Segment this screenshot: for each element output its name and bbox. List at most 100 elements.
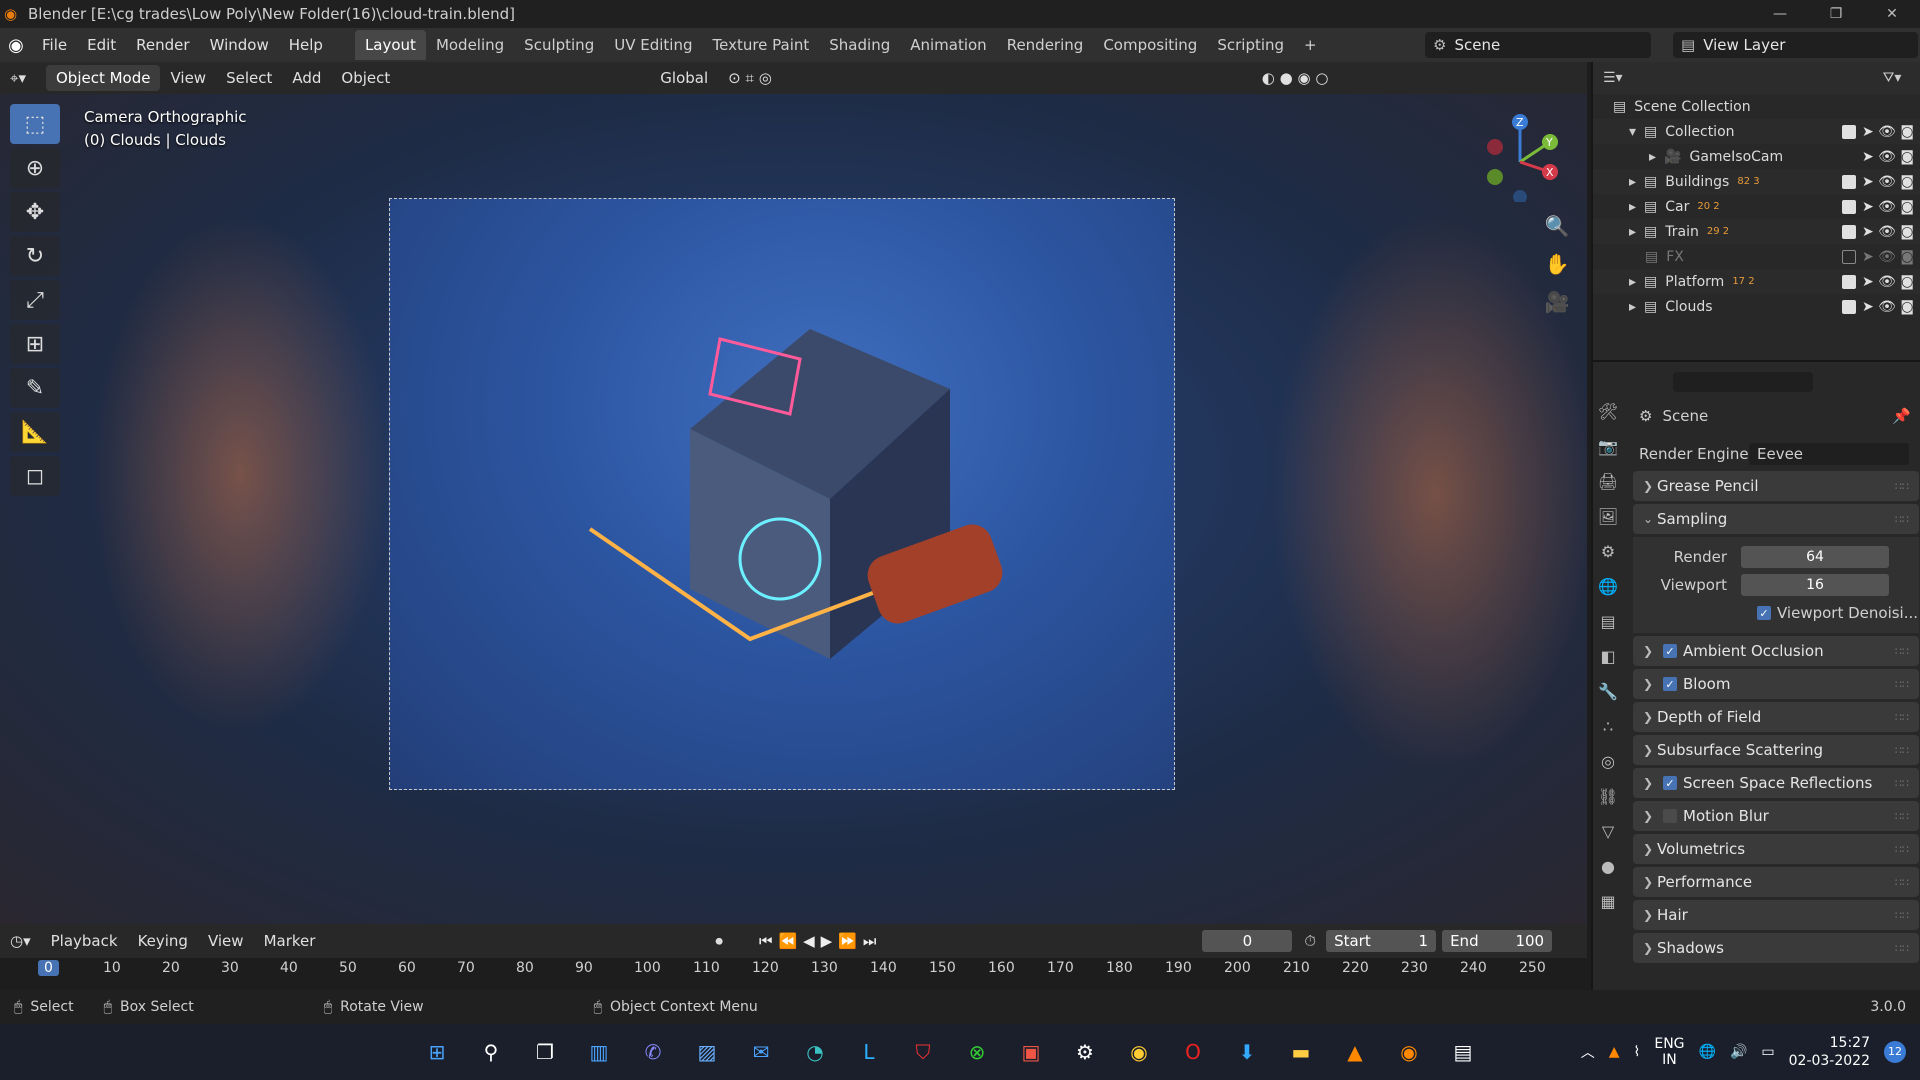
playback-menu[interactable]: Playback [41,932,128,950]
modifier-tab-icon[interactable]: 🔧 [1593,682,1623,717]
tool-tab-icon[interactable]: 🛠 [1593,402,1623,437]
3d-viewport[interactable]: Camera Orthographic (0) Clouds | Clouds … [0,94,1587,924]
outliner-row-car[interactable]: ▸ ▤ Car 20 2 ➤ 👁 ◙ [1593,194,1920,219]
playback-controls[interactable]: ⏮⏪◀▶⏩⏭ [759,932,882,950]
outliner-row-train[interactable]: ▸ ▤ Train 29 2 ➤ 👁 ◙ [1593,219,1920,244]
drag-grip-icon[interactable]: ∷∷ [1895,645,1909,658]
drag-grip-icon[interactable]: ∷∷ [1895,678,1909,691]
output-tab-icon[interactable]: 🖨 [1593,472,1623,507]
scale-tool-icon[interactable]: ⤢ [10,280,60,320]
editor-type-icon[interactable]: ⌖▾ [0,69,36,87]
tab-layout[interactable]: Layout [354,30,426,60]
annotate-tool-icon[interactable]: ✎ [10,368,60,408]
keying-menu[interactable]: Keying [128,932,198,950]
timeline-editor-icon[interactable]: ◷▾ [0,932,41,950]
collection-tab-icon[interactable]: ▤ [1593,612,1623,647]
select-menu[interactable]: Select [216,69,282,87]
mcafee-icon[interactable]: ⛉ [903,1032,943,1072]
scene-collection-row[interactable]: ▤ Scene Collection [1593,94,1920,119]
tab-animation[interactable]: Animation [900,30,996,60]
frame-start-field[interactable]: Start 1 [1326,930,1437,952]
drag-grip-icon[interactable]: ∷∷ [1895,777,1909,790]
world-tab-icon[interactable]: 🌐 [1593,577,1623,612]
maximize-button[interactable]: ❐ [1808,0,1864,28]
red-app-icon[interactable]: ▣ [1011,1032,1051,1072]
panel-performance[interactable]: ❯ Performance ∷∷ [1633,867,1919,897]
ssr-checkbox[interactable]: ✓ [1663,776,1677,790]
panel-motion-blur[interactable]: ❯ Motion Blur ∷∷ [1633,801,1919,831]
bloom-checkbox[interactable]: ✓ [1663,677,1677,691]
menu-render[interactable]: Render [126,36,199,54]
photos-icon[interactable]: ▨ [687,1032,727,1072]
filter-icon[interactable]: ⛛▾ [1883,70,1902,86]
visibility-toggles[interactable]: ➤ 👁 ◙ [1842,169,1920,194]
material-tab-icon[interactable]: ● [1593,857,1623,892]
expand-arrow-icon[interactable]: ▸ [1629,174,1636,190]
menu-window[interactable]: Window [200,36,279,54]
chrome-icon[interactable]: ◉ [1119,1032,1159,1072]
render-tab-icon[interactable]: 📷 [1593,437,1623,472]
drag-grip-icon[interactable]: ∷∷ [1895,513,1909,526]
drag-grip-icon[interactable]: ∷∷ [1895,744,1909,757]
viewport-denoise-checkbox[interactable]: ✓ [1757,606,1771,620]
teams-chat-icon[interactable]: ✆ [633,1032,673,1072]
display-mode-icon[interactable]: ☰▾ [1603,70,1623,86]
visibility-toggles[interactable]: ➤ 👁 ◙ [1842,219,1920,244]
search-icon[interactable]: ⚲ [471,1032,511,1072]
data-tab-icon[interactable]: ▽ [1593,822,1623,857]
notification-badge[interactable]: 12 [1884,1041,1906,1063]
expand-arrow-icon[interactable]: ▸ [1629,274,1636,290]
blender-menu-icon[interactable]: ◉ [0,35,32,56]
view-layer-tab-icon[interactable]: 🖼 [1593,507,1623,542]
object-menu[interactable]: Object [331,69,400,87]
outliner-row-platform[interactable]: ▸ ▤ Platform 17 2 ➤ 👁 ◙ [1593,269,1920,294]
visibility-toggles[interactable]: ➤ 👁 ◙ [1842,194,1920,219]
panel-grease-pencil[interactable]: ❯ Grease Pencil ∷∷ [1633,471,1919,501]
tab-texture-paint[interactable]: Texture Paint [702,30,819,60]
visibility-toggles[interactable]: ➤ 👁 ◙ [1842,244,1920,269]
outliner-row-buildings[interactable]: ▸ ▤ Buildings 82 3 ➤ 👁 ◙ [1593,169,1920,194]
menu-file[interactable]: File [32,36,77,54]
expand-arrow-icon[interactable]: ▸ [1629,224,1636,240]
tab-compositing[interactable]: Compositing [1093,30,1207,60]
minimize-button[interactable]: — [1752,0,1808,28]
outliner-row-gameisocam[interactable]: ▸ 🎥 GameIsoCam ➤ 👁 ◙ [1593,144,1920,169]
select-box-tool-icon[interactable]: ⬚ [10,104,60,144]
expand-arrow-icon[interactable]: ▸ [1629,199,1636,215]
transform-tool-icon[interactable]: ⊞ [10,324,60,364]
task-view-icon[interactable]: ❐ [525,1032,565,1072]
view-layer-selector[interactable]: ▤ View Layer [1673,32,1918,58]
scene-selector[interactable]: ⚙ Scene [1425,32,1651,58]
panel-subsurface-scattering[interactable]: ❯ Subsurface Scattering ∷∷ [1633,735,1919,765]
close-button[interactable]: ✕ [1864,0,1920,28]
drag-grip-icon[interactable]: ∷∷ [1895,843,1909,856]
view-menu[interactable]: View [160,69,216,87]
marker-menu[interactable]: Marker [254,932,326,950]
sampling-viewport-field[interactable]: 16 [1741,574,1889,596]
physics-tab-icon[interactable]: ◎ [1593,752,1623,787]
motion-blur-checkbox[interactable] [1663,809,1677,823]
visibility-toggles[interactable]: ➤ 👁 ◙ [1842,294,1920,319]
move-tool-icon[interactable]: ✥ [10,192,60,232]
measure-tool-icon[interactable]: 📐 [10,412,60,452]
record-button[interactable]: ⏺ [715,932,723,950]
camera-view-icon[interactable]: 🎥 [1540,290,1574,328]
volume-icon[interactable]: 🔊 [1730,1044,1747,1060]
zoom-icon[interactable]: 🔍 [1540,214,1574,252]
add-workspace-button[interactable]: + [1294,30,1327,60]
tab-shading[interactable]: Shading [819,30,900,60]
constraints-tab-icon[interactable]: ⛓ [1593,787,1623,822]
add-menu[interactable]: Add [282,69,331,87]
drag-grip-icon[interactable]: ∷∷ [1895,480,1909,493]
drag-grip-icon[interactable]: ∷∷ [1895,810,1909,823]
battery-icon[interactable]: ▭ [1761,1044,1774,1060]
panel-hair[interactable]: ❯ Hair ∷∷ [1633,900,1919,930]
expand-arrow-icon[interactable]: ▸ [1629,299,1636,315]
tab-modeling[interactable]: Modeling [426,30,514,60]
mail-icon[interactable]: ✉ [741,1032,781,1072]
blender-taskbar-icon[interactable]: ◉ [1389,1032,1429,1072]
outliner-row-collection[interactable]: ▾ ▤ Collection ➤ 👁 ◙ [1593,119,1920,144]
particles-tab-icon[interactable]: ∴ [1593,717,1623,752]
object-tab-icon[interactable]: ◧ [1593,647,1623,682]
panel-shadows[interactable]: ❯ Shadows ∷∷ [1633,933,1919,963]
